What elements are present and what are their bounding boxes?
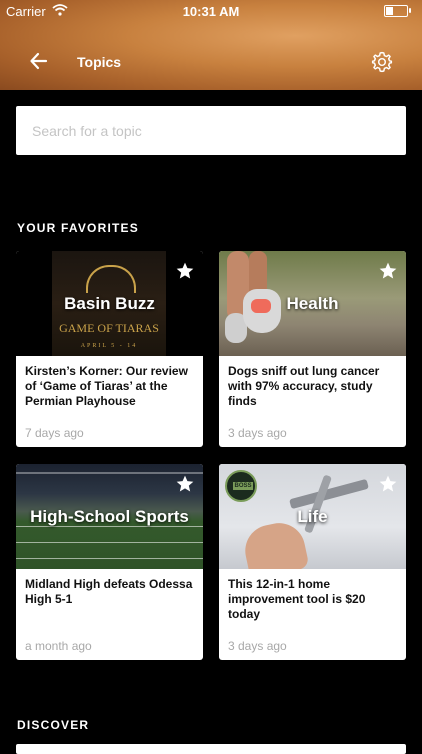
status-bar: Carrier 10:31 AM [0, 0, 422, 22]
topic-card-life[interactable]: BOSS Life This 12-in-1 home improvement … [219, 464, 406, 660]
settings-button[interactable] [371, 51, 393, 73]
article-age: 7 days ago [25, 426, 84, 440]
section-title-favorites: YOUR FAVORITES [17, 221, 139, 235]
star-icon[interactable] [378, 474, 398, 494]
topic-card-basin-buzz[interactable]: GAME OF TIARAS APRIL 5 - 14 Basin Buzz K… [16, 251, 203, 447]
topic-card-high-school-sports[interactable]: High-School Sports Midland High defeats … [16, 464, 203, 660]
gear-icon [371, 51, 393, 73]
article-age: 3 days ago [228, 426, 287, 440]
arrow-left-icon [30, 52, 48, 70]
header-bar: Carrier 10:31 AM Topics [0, 0, 422, 90]
star-icon[interactable] [175, 261, 195, 281]
article-age: a month ago [25, 639, 92, 653]
status-time: 10:31 AM [182, 4, 240, 19]
back-button[interactable] [28, 50, 50, 72]
discover-card-partial[interactable] [16, 744, 406, 754]
article-age: 3 days ago [228, 639, 287, 653]
battery-icon [384, 5, 411, 17]
article-headline[interactable]: Midland High defeats Odessa High 5-1 [25, 577, 197, 607]
article-headline[interactable]: Kirsten’s Korner: Our review of ‘Game of… [25, 364, 197, 409]
topic-card-health[interactable]: Health Dogs sniff out lung cancer with 9… [219, 251, 406, 447]
article-headline[interactable]: Dogs sniff out lung cancer with 97% accu… [228, 364, 400, 409]
article-headline[interactable]: This 12-in-1 home improvement tool is $2… [228, 577, 400, 622]
star-icon[interactable] [175, 474, 195, 494]
page-title: Topics [77, 54, 122, 70]
star-icon[interactable] [378, 261, 398, 281]
section-title-discover: DISCOVER [17, 718, 90, 732]
search-input[interactable] [16, 106, 406, 155]
